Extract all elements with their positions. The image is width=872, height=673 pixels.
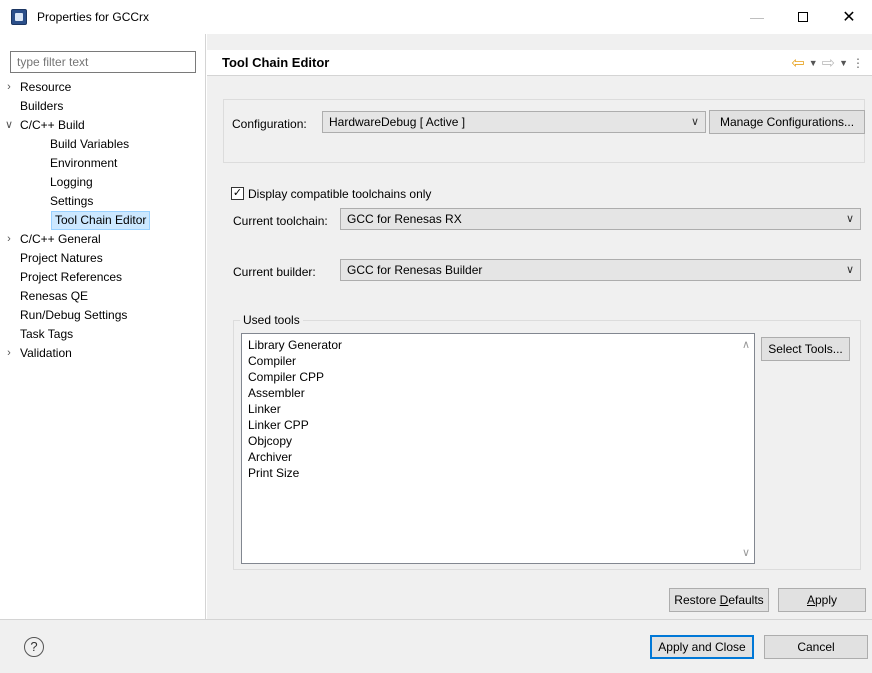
tree-item-settings[interactable]: Settings — [50, 192, 93, 211]
configuration-label: Configuration: — [232, 117, 307, 131]
tree-item-run-debug-settings[interactable]: Run/Debug Settings — [20, 306, 127, 325]
list-item[interactable]: Print Size — [248, 465, 299, 481]
tree-item-task-tags[interactable]: Task Tags — [20, 325, 73, 344]
list-item[interactable]: Objcopy — [248, 433, 292, 449]
toolchain-label: Current toolchain: — [233, 214, 328, 228]
maximize-icon — [798, 12, 808, 22]
tree-item-c-c-build[interactable]: C/C++ Build — [20, 116, 85, 135]
manage-configurations-button[interactable]: Manage Configurations... — [709, 110, 865, 134]
tree-item-project-references[interactable]: Project References — [20, 268, 122, 287]
page-title: Tool Chain Editor — [222, 55, 330, 70]
builder-value: GCC for Renesas Builder — [347, 263, 483, 277]
tree-item-logging[interactable]: Logging — [50, 173, 93, 192]
compatible-toolchains-checkbox[interactable]: ✓ — [231, 187, 244, 200]
tree-item-validation[interactable]: Validation — [20, 344, 72, 363]
app-icon — [11, 9, 27, 25]
tree-item-build-variables[interactable]: Build Variables — [50, 135, 129, 154]
chevron-down-icon: ∨ — [845, 264, 854, 276]
list-item[interactable]: Assembler — [248, 385, 305, 401]
page-header: Tool Chain Editor ⇦ ▼ ⇨ ▼ ⋮ — [207, 50, 872, 76]
list-item[interactable]: Archiver — [248, 449, 292, 465]
back-dropdown-icon[interactable]: ▼ — [809, 58, 818, 68]
toolchain-value: GCC for Renesas RX — [347, 212, 462, 226]
apply-and-close-button[interactable]: Apply and Close — [650, 635, 754, 659]
toolchain-select[interactable]: GCC for Renesas RX ∨ — [340, 208, 861, 230]
navigation-panel: › ResourceBuilders ∨ C/C++ BuildBuild Varia… — [0, 34, 206, 619]
list-item[interactable]: Compiler — [248, 353, 296, 369]
used-tools-list[interactable]: ∧ ∨ Library Generator Compiler Compiler CP… — [241, 333, 755, 564]
tree-item-builders[interactable]: Builders — [20, 97, 63, 116]
title-bar: Properties for GCCrx — ✕ — [0, 0, 872, 34]
property-page: Tool Chain Editor ⇦ ▼ ⇨ ▼ ⋮ Configuratio… — [207, 34, 872, 619]
filter-input[interactable] — [10, 51, 196, 73]
tree-item-resource[interactable]: Resource — [20, 78, 71, 97]
scroll-up-icon[interactable]: ∧ — [742, 338, 750, 351]
tree-item-c-c-general[interactable]: C/C++ General — [20, 230, 101, 249]
minimize-button[interactable]: — — [734, 0, 780, 34]
tree-item-environment[interactable]: Environment — [50, 154, 117, 173]
list-item[interactable]: Linker CPP — [248, 417, 309, 433]
chevron-right-icon[interactable]: › — [4, 344, 14, 363]
apply-label: Apply — [806, 593, 838, 607]
apply-button[interactable]: Apply — [778, 588, 866, 612]
configuration-select[interactable]: HardwareDebug [ Active ] ∨ — [322, 111, 706, 133]
forward-dropdown-icon[interactable]: ▼ — [839, 58, 848, 68]
compatible-toolchains-label[interactable]: Display compatible toolchains only — [248, 187, 431, 201]
window-title: Properties for GCCrx — [37, 10, 150, 24]
list-item[interactable]: Compiler CPP — [248, 369, 324, 385]
tree-item-renesas-qe[interactable]: Renesas QE — [20, 287, 88, 306]
close-button[interactable]: ✕ — [826, 0, 872, 34]
maximize-button[interactable] — [780, 0, 826, 34]
builder-label: Current builder: — [233, 265, 316, 279]
restore-defaults-button[interactable]: Restore Defaults — [669, 588, 769, 612]
tree-item-tool-chain-editor[interactable]: Tool Chain Editor — [51, 211, 151, 230]
tree-item-project-natures[interactable]: Project Natures — [20, 249, 103, 268]
configuration-value: HardwareDebug [ Active ] — [329, 115, 466, 129]
help-icon[interactable]: ? — [24, 637, 44, 657]
close-icon: ✕ — [842, 9, 856, 26]
scroll-down-icon[interactable]: ∨ — [742, 546, 750, 559]
back-arrow-icon[interactable]: ⇦ — [791, 53, 804, 73]
minimize-icon: — — [750, 9, 764, 25]
chevron-down-icon: ∨ — [845, 213, 854, 225]
dialog-button-bar: ? Apply and Close Cancel — [0, 619, 872, 673]
cancel-button[interactable]: Cancel — [764, 635, 868, 659]
chevron-right-icon[interactable]: › — [4, 78, 14, 97]
list-item[interactable]: Library Generator — [248, 337, 342, 353]
select-tools-button[interactable]: Select Tools... — [761, 337, 850, 361]
used-tools-legend: Used tools — [240, 313, 303, 327]
chevron-right-icon[interactable]: › — [4, 230, 14, 249]
view-menu-icon[interactable]: ⋮ — [852, 56, 864, 70]
chevron-down-icon[interactable]: ∨ — [4, 116, 14, 135]
chevron-down-icon: ∨ — [690, 116, 699, 128]
forward-arrow-icon[interactable]: ⇨ — [822, 53, 835, 73]
list-item[interactable]: Linker — [248, 401, 281, 417]
builder-select[interactable]: GCC for Renesas Builder ∨ — [340, 259, 861, 281]
history-navigation: ⇦ ▼ ⇨ ▼ ⋮ — [791, 53, 864, 73]
restore-defaults-label: Restore Defaults — [674, 593, 764, 607]
